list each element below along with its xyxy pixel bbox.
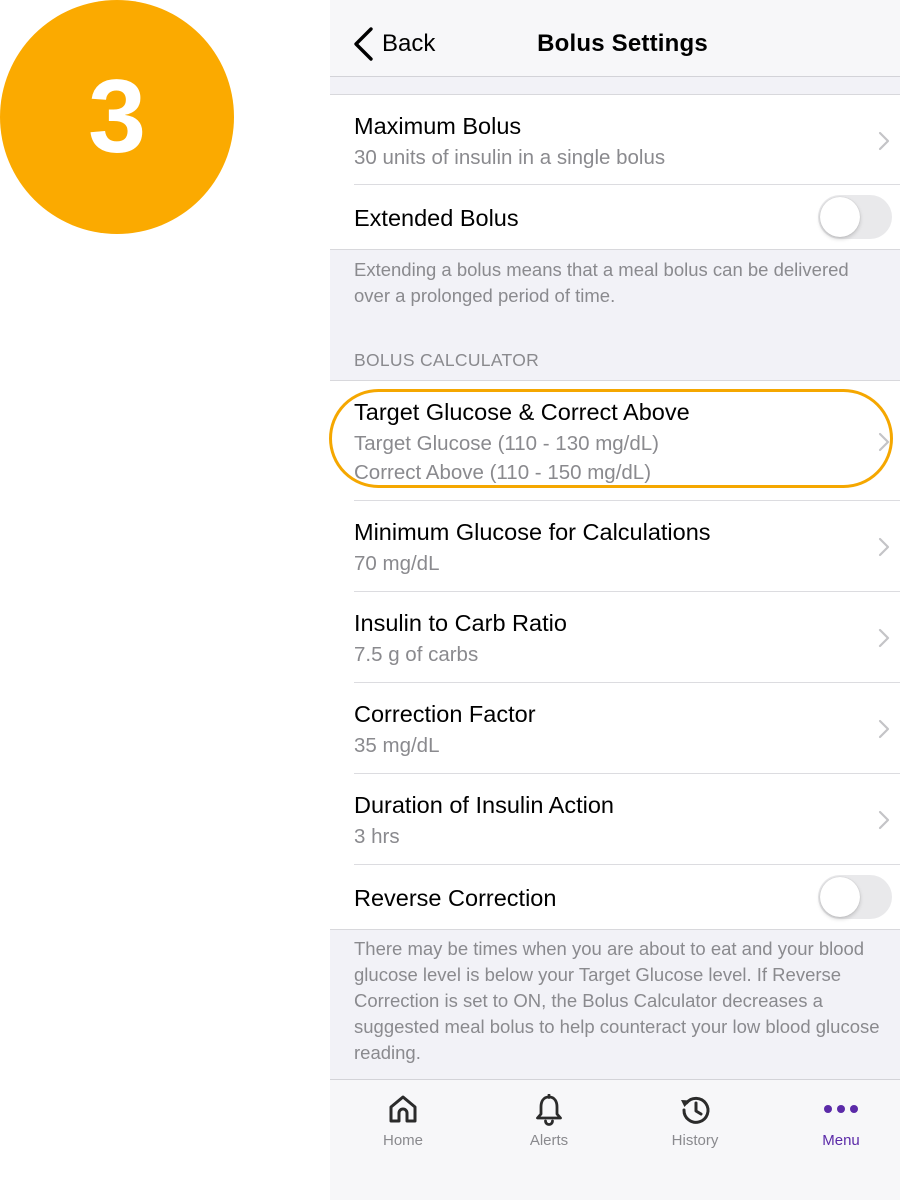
minimum-glucose-row[interactable]: Minimum Glucose for Calculations 70 mg/d… — [330, 501, 900, 592]
reverse-correction-row: Reverse Correction — [330, 865, 900, 929]
correction-factor-value: 35 mg/dL — [354, 734, 440, 757]
extended-bolus-row: Extended Bolus — [330, 185, 900, 249]
section-header-bolus-calculator: BOLUS CALCULATOR — [354, 350, 540, 370]
tab-history-label: History — [671, 1132, 719, 1149]
bell-icon — [536, 1094, 562, 1126]
reverse-correction-note: There may be times when you are about to… — [354, 938, 880, 1063]
tab-menu[interactable]: Menu — [770, 1080, 900, 1170]
tab-menu-label: Menu — [822, 1132, 860, 1149]
tab-bar: Home Alerts History Menu — [330, 1079, 900, 1200]
maximum-bolus-row[interactable]: Maximum Bolus 30 units of insulin in a s… — [330, 95, 900, 185]
tab-alerts-label: Alerts — [529, 1132, 569, 1149]
chevron-right-icon — [878, 628, 890, 648]
history-icon — [681, 1096, 710, 1124]
insulin-action-row[interactable]: Duration of Insulin Action 3 hrs — [330, 774, 900, 865]
toggle-knob — [820, 197, 860, 237]
home-icon — [389, 1095, 417, 1123]
page-title: Bolus Settings — [537, 30, 708, 57]
carb-ratio-title: Insulin to Carb Ratio — [354, 610, 567, 636]
chevron-right-icon — [878, 537, 890, 557]
chevron-right-icon — [878, 432, 890, 452]
tab-home[interactable]: Home — [332, 1080, 474, 1170]
extended-bolus-title: Extended Bolus — [354, 205, 519, 231]
reverse-correction-toggle[interactable] — [818, 875, 892, 919]
carb-ratio-value: 7.5 g of carbs — [354, 643, 479, 666]
step-number: 3 — [88, 59, 146, 175]
toggle-knob — [820, 877, 860, 917]
correct-above-value: Correct Above (110 - 150 mg/dL) — [354, 461, 652, 484]
phone-screen: Back Bolus Settings Maximum Bolus 30 uni… — [330, 0, 900, 1200]
reverse-correction-title: Reverse Correction — [354, 885, 557, 911]
insulin-action-value: 3 hrs — [354, 825, 400, 848]
chevron-right-icon — [878, 131, 890, 151]
correction-factor-row[interactable]: Correction Factor 35 mg/dL — [330, 683, 900, 774]
extended-bolus-note: Extending a bolus means that a meal bolu… — [354, 259, 849, 306]
target-glucose-value: Target Glucose (110 - 130 mg/dL) — [354, 432, 659, 455]
tab-history[interactable]: History — [624, 1080, 766, 1170]
insulin-action-title: Duration of Insulin Action — [354, 792, 614, 818]
chevron-right-icon — [878, 719, 890, 739]
extended-bolus-toggle[interactable] — [818, 195, 892, 239]
bolus-calculator-group: Target Glucose & Correct Above Target Gl… — [330, 380, 900, 930]
carb-ratio-row[interactable]: Insulin to Carb Ratio 7.5 g of carbs — [330, 592, 900, 683]
minimum-glucose-value: 70 mg/dL — [354, 552, 440, 575]
tab-home-label: Home — [382, 1132, 423, 1149]
minimum-glucose-title: Minimum Glucose for Calculations — [354, 519, 711, 545]
chevron-right-icon — [878, 810, 890, 830]
navigation-bar: Back Bolus Settings — [330, 0, 900, 77]
tab-alerts[interactable]: Alerts — [478, 1080, 620, 1170]
target-glucose-row[interactable]: Target Glucose & Correct Above Target Gl… — [330, 381, 900, 501]
correction-factor-title: Correction Factor — [354, 701, 536, 727]
bolus-limits-group: Maximum Bolus 30 units of insulin in a s… — [330, 94, 900, 250]
step-number-badge: 3 — [0, 0, 234, 234]
more-dots-icon — [824, 1105, 858, 1113]
maximum-bolus-value: 30 units of insulin in a single bolus — [354, 146, 666, 169]
maximum-bolus-title: Maximum Bolus — [354, 113, 522, 139]
target-glucose-title: Target Glucose & Correct Above — [354, 399, 690, 425]
